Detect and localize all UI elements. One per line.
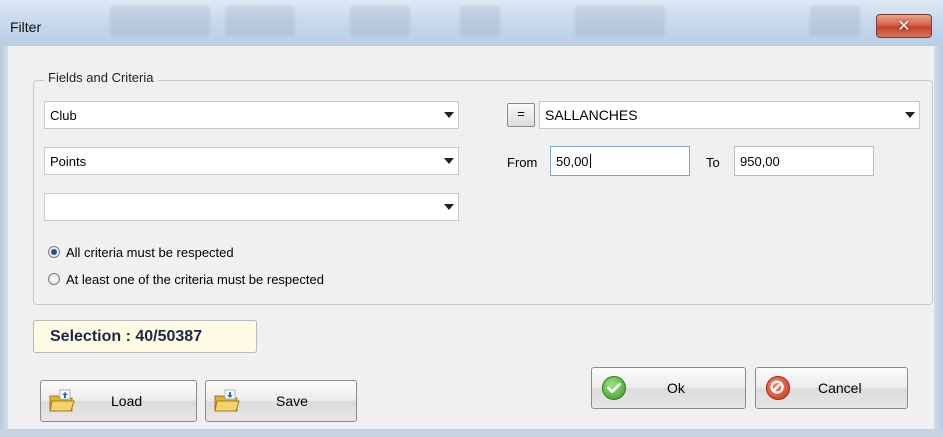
background-ghost	[225, 6, 295, 36]
folder-open-icon	[49, 389, 75, 412]
chevron-down-icon	[444, 204, 454, 210]
field3-select[interactable]	[44, 193, 459, 221]
folder-save-icon	[214, 389, 240, 412]
ok-button[interactable]: Ok	[591, 367, 746, 409]
background-ghost	[350, 6, 410, 36]
background-ghost	[110, 6, 210, 36]
selection-count-badge: Selection : 40/50387	[33, 320, 257, 353]
background-ghost	[575, 6, 665, 36]
operator-button[interactable]: =	[507, 103, 535, 127]
window-border-left	[0, 46, 8, 437]
to-value: 950,00	[740, 154, 780, 169]
from-value: 50,00	[556, 154, 589, 169]
chevron-down-icon	[444, 112, 454, 118]
window-border-right	[934, 46, 943, 437]
background-ghost	[460, 6, 500, 36]
load-label: Load	[111, 393, 143, 409]
window-border-bottom	[0, 429, 943, 437]
ok-label: Ok	[667, 380, 685, 396]
from-input[interactable]: 50,00	[550, 146, 690, 176]
title-bar[interactable]: Filter ✕	[0, 0, 943, 47]
save-label: Save	[276, 393, 308, 409]
selection-count: Selection : 40/50387	[50, 328, 203, 345]
from-label: From	[507, 155, 538, 170]
club-value: SALLANCHES	[545, 107, 638, 123]
radio-label: At least one of the criteria must be res…	[66, 272, 324, 287]
text-caret	[589, 154, 591, 168]
radio-button[interactable]	[48, 246, 60, 258]
field2-select[interactable]: Points	[44, 147, 459, 175]
window-title: Filter	[10, 19, 42, 35]
cancel-label: Cancel	[818, 380, 862, 396]
field1-value: Club	[50, 108, 77, 123]
radio-label: All criteria must be respected	[66, 245, 234, 260]
check-circle-icon	[602, 376, 626, 400]
from-input-text: 50,00	[556, 154, 591, 169]
field1-select[interactable]: Club	[44, 101, 459, 129]
cancel-button[interactable]: Cancel	[755, 367, 908, 409]
background-ghost	[810, 6, 860, 36]
load-button[interactable]: Load	[40, 380, 197, 422]
close-button[interactable]: ✕	[876, 14, 932, 38]
to-input[interactable]: 950,00	[734, 146, 874, 176]
radio-button[interactable]	[48, 273, 60, 285]
no-entry-icon	[766, 376, 790, 400]
to-label: To	[706, 155, 720, 170]
field2-value: Points	[50, 154, 87, 169]
chevron-down-icon	[444, 158, 454, 164]
chevron-down-icon	[905, 112, 915, 118]
group-legend: Fields and Criteria	[44, 70, 158, 85]
close-icon: ✕	[897, 16, 911, 35]
club-value-select[interactable]: SALLANCHES	[539, 101, 920, 129]
save-button[interactable]: Save	[205, 380, 357, 422]
